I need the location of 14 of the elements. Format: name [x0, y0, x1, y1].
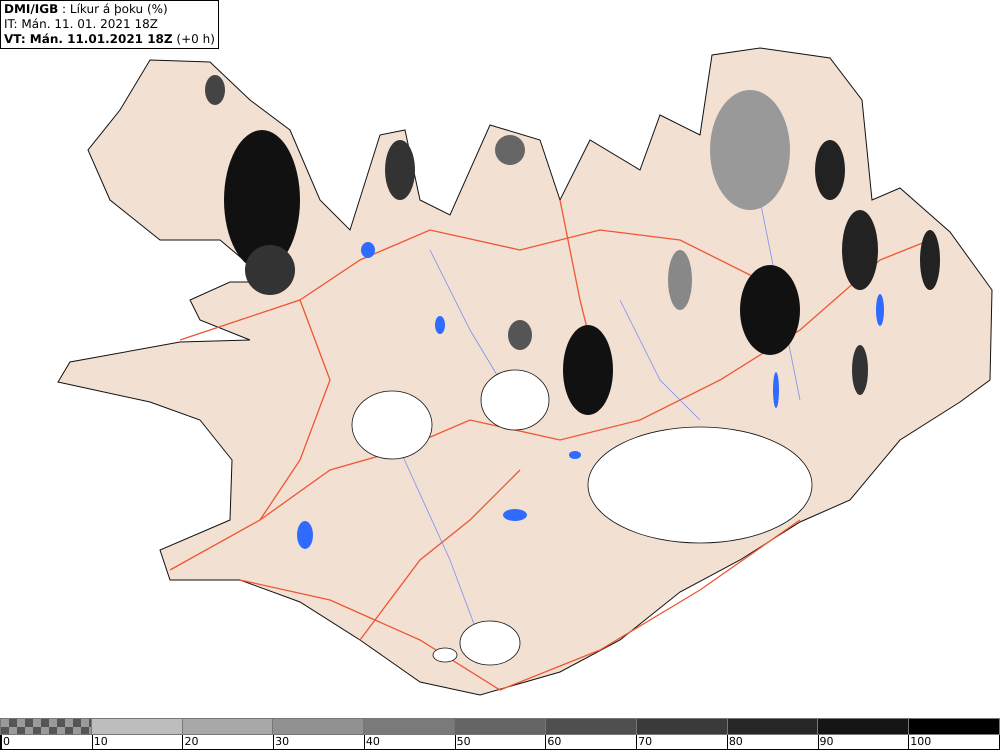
legend-label: 50 [454, 735, 471, 749]
legend-label: 0 [1, 735, 10, 749]
legend-label: 80 [726, 735, 743, 749]
legend-label: 100 [908, 735, 932, 749]
valid-time: VT: Mán. 11.01.2021 18Z (+0 h) [4, 32, 215, 47]
legend-label: 90 [818, 735, 834, 749]
legend-label: 60 [545, 735, 562, 749]
legend-label: 40 [364, 735, 380, 749]
legend-label: 70 [636, 735, 652, 749]
legend-label: 20 [182, 735, 198, 749]
map-title: DMI/IGB : Líkur á þoku (%) [4, 2, 169, 17]
legend-label: 10 [92, 735, 108, 749]
legend-label: 30 [273, 735, 290, 749]
issue-time: IT: Mán. 11. 01. 2021 18Z [4, 17, 159, 32]
